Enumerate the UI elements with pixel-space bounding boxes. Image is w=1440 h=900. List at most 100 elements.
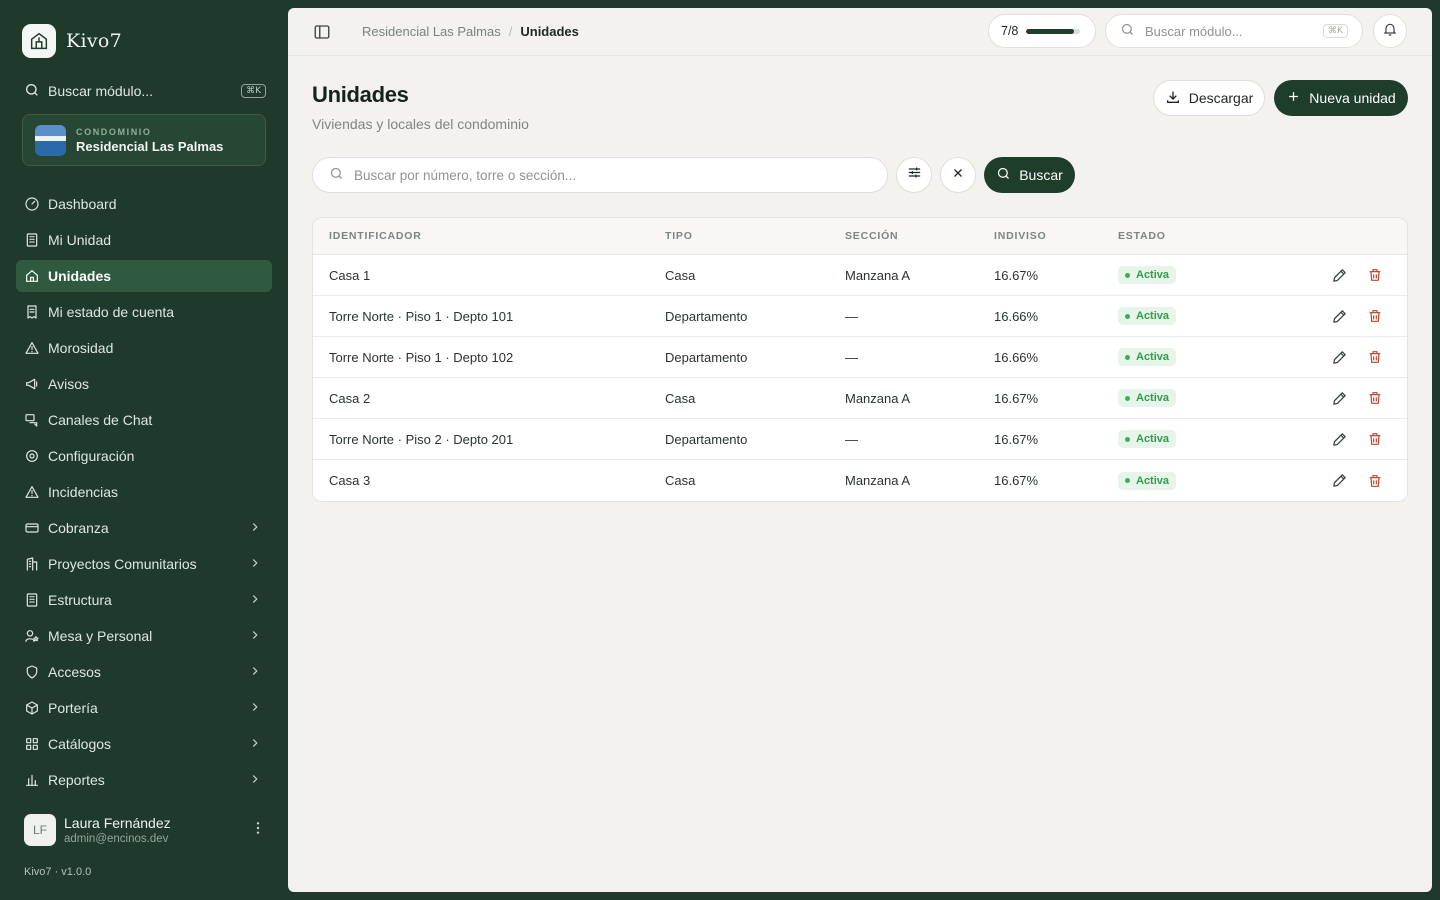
- sidebar-item-mesa-y-personal[interactable]: Mesa y Personal: [16, 620, 272, 652]
- sidebar-item-unidades[interactable]: Unidades: [16, 260, 272, 292]
- sidebar-search[interactable]: Buscar módulo... ⌘K: [24, 80, 266, 102]
- column-header-estado[interactable]: ESTADO: [1118, 230, 1166, 242]
- sidebar-item-label: Cobranza: [48, 520, 109, 536]
- status-dot: [1125, 354, 1130, 360]
- table-body: Casa 1 Casa Manzana A 16.67% Activa Torre Nor…: [313, 255, 1407, 501]
- onboarding-progress[interactable]: 7/8: [988, 14, 1096, 48]
- table-row[interactable]: Torre Norte · Piso 1 · Depto 101 Departam…: [313, 296, 1407, 337]
- close-icon: [951, 166, 965, 185]
- user-email: admin@encinos.dev: [64, 833, 169, 845]
- sidebar-item-incidencias[interactable]: Incidencias: [16, 476, 272, 508]
- sidebar-nav: Dashboard Mi Unidad Unidades Mi estado de c…: [16, 188, 272, 800]
- table-row[interactable]: Casa 2 Casa Manzana A 16.67% Activa: [313, 378, 1407, 419]
- module-search[interactable]: Buscar módulo... ⌘K: [1105, 14, 1363, 48]
- table-row[interactable]: Torre Norte · Piso 1 · Depto 102 Departam…: [313, 337, 1407, 378]
- trash-icon[interactable]: [1366, 389, 1384, 407]
- table-row[interactable]: Casa 3 Casa Manzana A 16.67% Activa: [313, 460, 1407, 501]
- trash-icon[interactable]: [1366, 430, 1384, 448]
- brand[interactable]: Kivo7: [22, 24, 122, 58]
- sidebar-item-mi-unidad[interactable]: Mi Unidad: [16, 224, 272, 256]
- cell-tipo: Departamento: [665, 349, 748, 365]
- sidebar-item-label: Portería: [48, 700, 98, 716]
- sidebar-item-mi-estado-de-cuenta[interactable]: Mi estado de cuenta: [16, 296, 272, 328]
- search-button[interactable]: Buscar: [984, 157, 1075, 193]
- sidebar-item-catalogos[interactable]: Catálogos: [16, 728, 272, 760]
- breadcrumb-condo[interactable]: Residencial Las Palmas: [362, 24, 501, 39]
- sidebar-item-label: Incidencias: [48, 484, 119, 500]
- cell-indiviso: 16.67%: [994, 267, 1039, 283]
- table-row[interactable]: Casa 1 Casa Manzana A 16.67% Activa: [313, 255, 1407, 296]
- page-title: Unidades: [312, 82, 409, 107]
- cell-seccion: —: [845, 431, 858, 447]
- sidebar-item-label: Accesos: [48, 664, 101, 680]
- alert-triangle-icon: [24, 484, 40, 500]
- sidebar-item-dashboard[interactable]: Dashboard: [16, 188, 272, 220]
- user-name: Laura Fernández: [64, 815, 171, 831]
- trash-icon[interactable]: [1366, 348, 1384, 366]
- cell-tipo: Departamento: [665, 308, 748, 324]
- notifications-button[interactable]: [1373, 14, 1407, 48]
- megaphone-icon: [24, 376, 40, 392]
- status-dot: [1125, 395, 1130, 401]
- sidebar-item-avisos[interactable]: Avisos: [16, 368, 272, 400]
- credit-card-icon: [24, 520, 40, 536]
- edit-icon[interactable]: [1330, 348, 1348, 366]
- sidebar-item-label: Unidades: [48, 268, 112, 284]
- cell-identificador: Torre Norte · Piso 1 · Depto 101: [329, 308, 514, 324]
- search-icon: [24, 82, 40, 101]
- topbar: Residencial Las Palmas / Unidades 7/8 Bu…: [288, 8, 1432, 56]
- shield-icon: [24, 664, 40, 680]
- search-button-label: Buscar: [1019, 167, 1063, 183]
- unit-search-input[interactable]: Buscar por número, torre o sección...: [312, 157, 888, 193]
- table-row[interactable]: Torre Norte · Piso 2 · Depto 201 Departam…: [313, 419, 1407, 460]
- sidebar-item-canales-de-chat[interactable]: Canales de Chat: [16, 404, 272, 436]
- edit-icon[interactable]: [1330, 307, 1348, 325]
- clear-filters-button[interactable]: [940, 157, 976, 193]
- building-plus-icon: [24, 556, 40, 572]
- download-icon: [1165, 89, 1181, 108]
- edit-icon[interactable]: [1330, 389, 1348, 407]
- trash-icon[interactable]: [1366, 266, 1384, 284]
- trash-icon[interactable]: [1366, 472, 1384, 490]
- column-header-identificador[interactable]: IDENTIFICADOR: [329, 230, 422, 242]
- sidebar-item-label: Mi Unidad: [48, 232, 112, 248]
- status-badge: Activa: [1118, 471, 1177, 490]
- cell-identificador: Casa 2: [329, 390, 371, 406]
- edit-icon[interactable]: [1330, 472, 1348, 490]
- cell-indiviso: 16.66%: [994, 349, 1039, 365]
- page-subtitle: Viviendas y locales del condominio: [312, 116, 529, 132]
- new-unit-button[interactable]: Nueva unidad: [1274, 80, 1408, 116]
- status-badge: Activa: [1118, 307, 1177, 326]
- app-logo-icon: [22, 24, 56, 58]
- grid-icon: [24, 736, 40, 752]
- chevron-right-icon: [248, 556, 262, 573]
- sidebar-item-porteria[interactable]: Portería: [16, 692, 272, 724]
- column-header-indiviso[interactable]: INDIVISO: [994, 230, 1047, 242]
- status-badge: Activa: [1118, 389, 1177, 408]
- status-dot: [1125, 436, 1130, 442]
- filters-button[interactable]: [896, 157, 932, 193]
- sidebar-item-cobranza[interactable]: Cobranza: [16, 512, 272, 544]
- trash-icon[interactable]: [1366, 307, 1384, 325]
- gear-icon: [24, 448, 40, 464]
- chevron-right-icon: [248, 664, 262, 681]
- download-button[interactable]: Descargar: [1153, 80, 1265, 116]
- user-profile[interactable]: LF Laura Fernández admin@encinos.dev: [24, 814, 266, 846]
- column-header-seccion[interactable]: SECCIÓN: [845, 230, 898, 242]
- sidebar: Kivo7 Buscar módulo... ⌘K CONDOMINIO Res…: [0, 0, 288, 900]
- sidebar-item-estructura[interactable]: Estructura: [16, 584, 272, 616]
- condo-selector[interactable]: CONDOMINIO Residencial Las Palmas: [22, 114, 266, 166]
- edit-icon[interactable]: [1330, 266, 1348, 284]
- sidebar-item-proyectos-comunitarios[interactable]: Proyectos Comunitarios: [16, 548, 272, 580]
- more-vertical-icon[interactable]: [250, 820, 266, 841]
- sidebar-item-accesos[interactable]: Accesos: [16, 656, 272, 688]
- sidebar-item-reportes[interactable]: Reportes: [16, 764, 272, 796]
- condo-kicker: CONDOMINIO: [76, 126, 152, 137]
- column-header-tipo[interactable]: TIPO: [665, 230, 693, 242]
- edit-icon[interactable]: [1330, 430, 1348, 448]
- progress-label: 7/8: [1001, 24, 1019, 38]
- sidebar-item-configuracion[interactable]: Configuración: [16, 440, 272, 472]
- sidebar-toggle-icon[interactable]: [312, 22, 332, 42]
- building-icon: [24, 232, 40, 248]
- sidebar-item-morosidad[interactable]: Morosidad: [16, 332, 272, 364]
